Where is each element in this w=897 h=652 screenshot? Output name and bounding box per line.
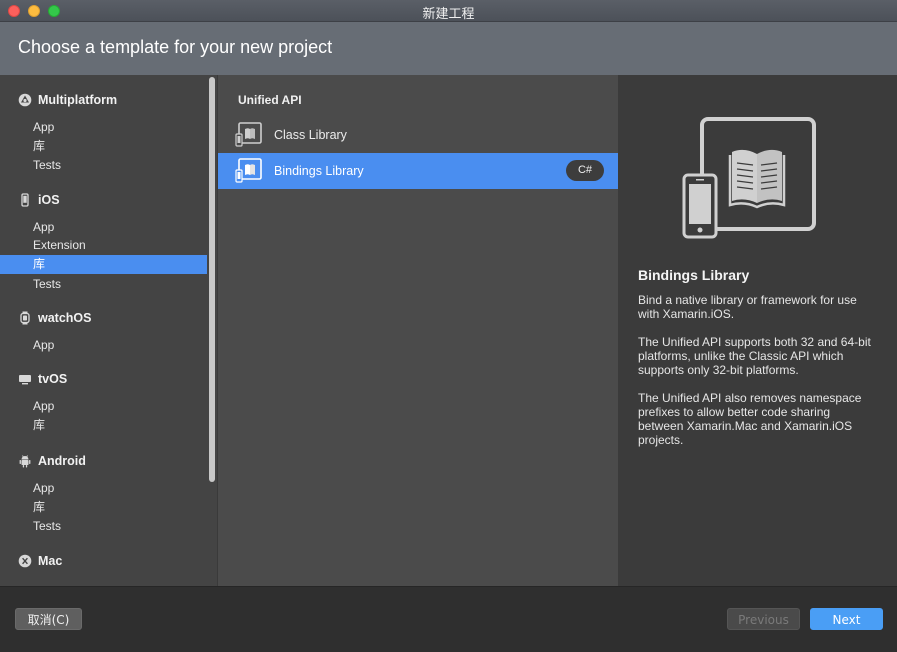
class-library-icon [235, 121, 263, 149]
category-sidebar: Multiplatform App 库 Tests iOS App Extens… [0, 75, 217, 586]
category-label: Android [38, 454, 86, 468]
language-dropdown[interactable]: C# [566, 160, 604, 181]
sidebar-item-android-app[interactable]: App [0, 479, 207, 498]
new-project-window: 新建工程 Choose a template for your new proj… [0, 0, 897, 652]
category-label: tvOS [38, 372, 68, 386]
category-label: Mac [38, 554, 63, 568]
template-label: Class Library [274, 128, 347, 142]
page-title: Choose a template for your new project [18, 37, 333, 57]
category-mac[interactable]: Mac [18, 552, 62, 570]
detail-paragraph: The Unified API supports both 32 and 64-… [638, 335, 871, 377]
watch-icon [18, 311, 32, 325]
category-label: iOS [38, 193, 60, 207]
android-icon [18, 454, 32, 468]
cancel-button[interactable]: 取消(C) [15, 608, 82, 630]
title-bar: 新建工程 [0, 0, 897, 22]
category-label: Multiplatform [38, 93, 118, 107]
template-detail-pane: Bindings Library Bind a native library o… [618, 75, 897, 586]
sidebar-scrollbar-thumb[interactable] [209, 77, 215, 482]
dialog-footer: 取消(C) Previous Next [0, 586, 897, 652]
template-class-library[interactable]: Class Library [218, 117, 618, 153]
sidebar-item-tvos-library[interactable]: 库 [0, 416, 207, 435]
template-section-title: Unified API [238, 93, 302, 107]
sidebar-item-ios-tests[interactable]: Tests [0, 275, 207, 294]
sidebar-item-multiplatform-app[interactable]: App [0, 118, 207, 137]
ipad-iphone-library-illustration [682, 117, 818, 239]
previous-button[interactable]: Previous [727, 608, 800, 630]
bindings-library-icon [235, 157, 263, 185]
mac-x-icon [18, 554, 32, 568]
template-detail-title: Bindings Library [638, 267, 750, 283]
sidebar-item-multiplatform-library[interactable]: 库 [0, 137, 207, 156]
sidebar-item-ios-extension[interactable]: Extension [0, 236, 207, 255]
sidebar-item-android-library[interactable]: 库 [0, 498, 207, 517]
sidebar-item-multiplatform-tests[interactable]: Tests [0, 156, 207, 175]
sidebar-item-android-tests[interactable]: Tests [0, 517, 207, 536]
multiplatform-icon [18, 93, 32, 107]
sidebar-item-ios-app[interactable]: App [0, 218, 207, 237]
detail-paragraph: The Unified API also removes namespace p… [638, 391, 862, 447]
category-label: watchOS [38, 311, 92, 325]
category-multiplatform[interactable]: Multiplatform [18, 91, 117, 109]
window-title: 新建工程 [422, 7, 475, 22]
category-watchos[interactable]: watchOS [18, 309, 92, 327]
iphone-icon [18, 193, 32, 207]
category-android[interactable]: Android [18, 452, 86, 470]
template-label: Bindings Library [274, 164, 364, 178]
sidebar-item-watchos-app[interactable]: App [0, 336, 207, 355]
page-header: Choose a template for your new project [0, 22, 897, 75]
sidebar-item-tvos-app[interactable]: App [0, 397, 207, 416]
template-bindings-library[interactable]: Bindings Library C# [218, 153, 618, 189]
detail-paragraph: Bind a native library or framework for u… [638, 293, 857, 321]
category-tvos[interactable]: tvOS [18, 370, 67, 388]
sidebar-item-ios-library[interactable]: 库 [0, 255, 207, 274]
next-button[interactable]: Next [810, 608, 883, 630]
tv-icon [18, 372, 32, 386]
template-list: Unified API Class Library Bindings Libra… [218, 75, 618, 586]
category-ios[interactable]: iOS [18, 191, 60, 209]
